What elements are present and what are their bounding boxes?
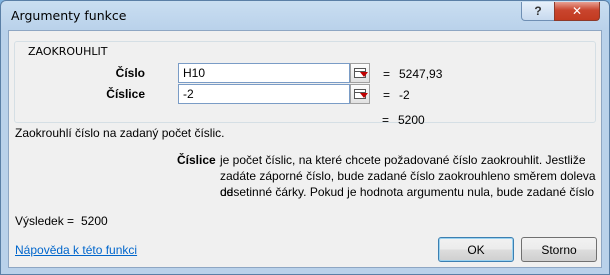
arg-result-cislice: -2 bbox=[399, 88, 410, 102]
function-description: Zaokrouhlí číslo na zadaný počet číslic. bbox=[15, 126, 225, 140]
formula-result-equals: = bbox=[382, 113, 390, 127]
arrow-down-icon bbox=[360, 72, 368, 77]
arg-input-cislice[interactable]: -2 bbox=[178, 84, 350, 104]
question-icon: ? bbox=[534, 4, 542, 18]
arg-result-cislo: 5247,93 bbox=[399, 67, 443, 81]
formula-result-value: 5200 bbox=[398, 113, 425, 127]
arg-label-cislo: Číslo bbox=[115, 66, 145, 80]
arg-equals-cislo: = bbox=[383, 67, 391, 81]
argument-description-line: desetinné čárky. Pokud je hodnota argume… bbox=[220, 185, 595, 199]
dialog-window: Argumenty funkce ? ✕ ZAOKROUHLIT Číslo H… bbox=[0, 0, 610, 275]
close-button[interactable]: ✕ bbox=[554, 2, 600, 21]
dialog-title: Argumenty funkce bbox=[11, 8, 127, 23]
argument-description-line: je počet číslic, na které chcete požadov… bbox=[220, 153, 586, 167]
arg-equals-cislice: = bbox=[383, 88, 391, 102]
ok-button[interactable]: OK bbox=[438, 237, 514, 262]
argument-description-name: Číslice bbox=[177, 153, 216, 167]
arrow-down-icon bbox=[360, 93, 368, 98]
help-button[interactable]: ? bbox=[521, 2, 555, 21]
collapse-dialog-button-cislice[interactable] bbox=[350, 84, 370, 104]
function-help-link[interactable]: Nápověda k této funkci bbox=[15, 243, 137, 257]
title-bar[interactable]: Argumenty funkce ? ✕ bbox=[1, 1, 609, 29]
function-name: ZAOKROUHLIT bbox=[28, 45, 108, 58]
cancel-button[interactable]: Storno bbox=[521, 237, 597, 262]
arg-label-cislice: Číslice bbox=[106, 87, 145, 101]
close-icon: ✕ bbox=[571, 4, 583, 18]
dialog-content: ZAOKROUHLIT Číslo H10 = 5247,93 Číslice … bbox=[8, 30, 602, 268]
collapse-dialog-button-cislo[interactable] bbox=[350, 63, 370, 83]
arg-input-cislo[interactable]: H10 bbox=[178, 63, 350, 83]
function-arguments-group: ZAOKROUHLIT Číslo H10 = 5247,93 Číslice … bbox=[14, 41, 596, 123]
result-value: 5200 bbox=[81, 214, 108, 228]
result-label: Výsledek = bbox=[15, 214, 75, 228]
